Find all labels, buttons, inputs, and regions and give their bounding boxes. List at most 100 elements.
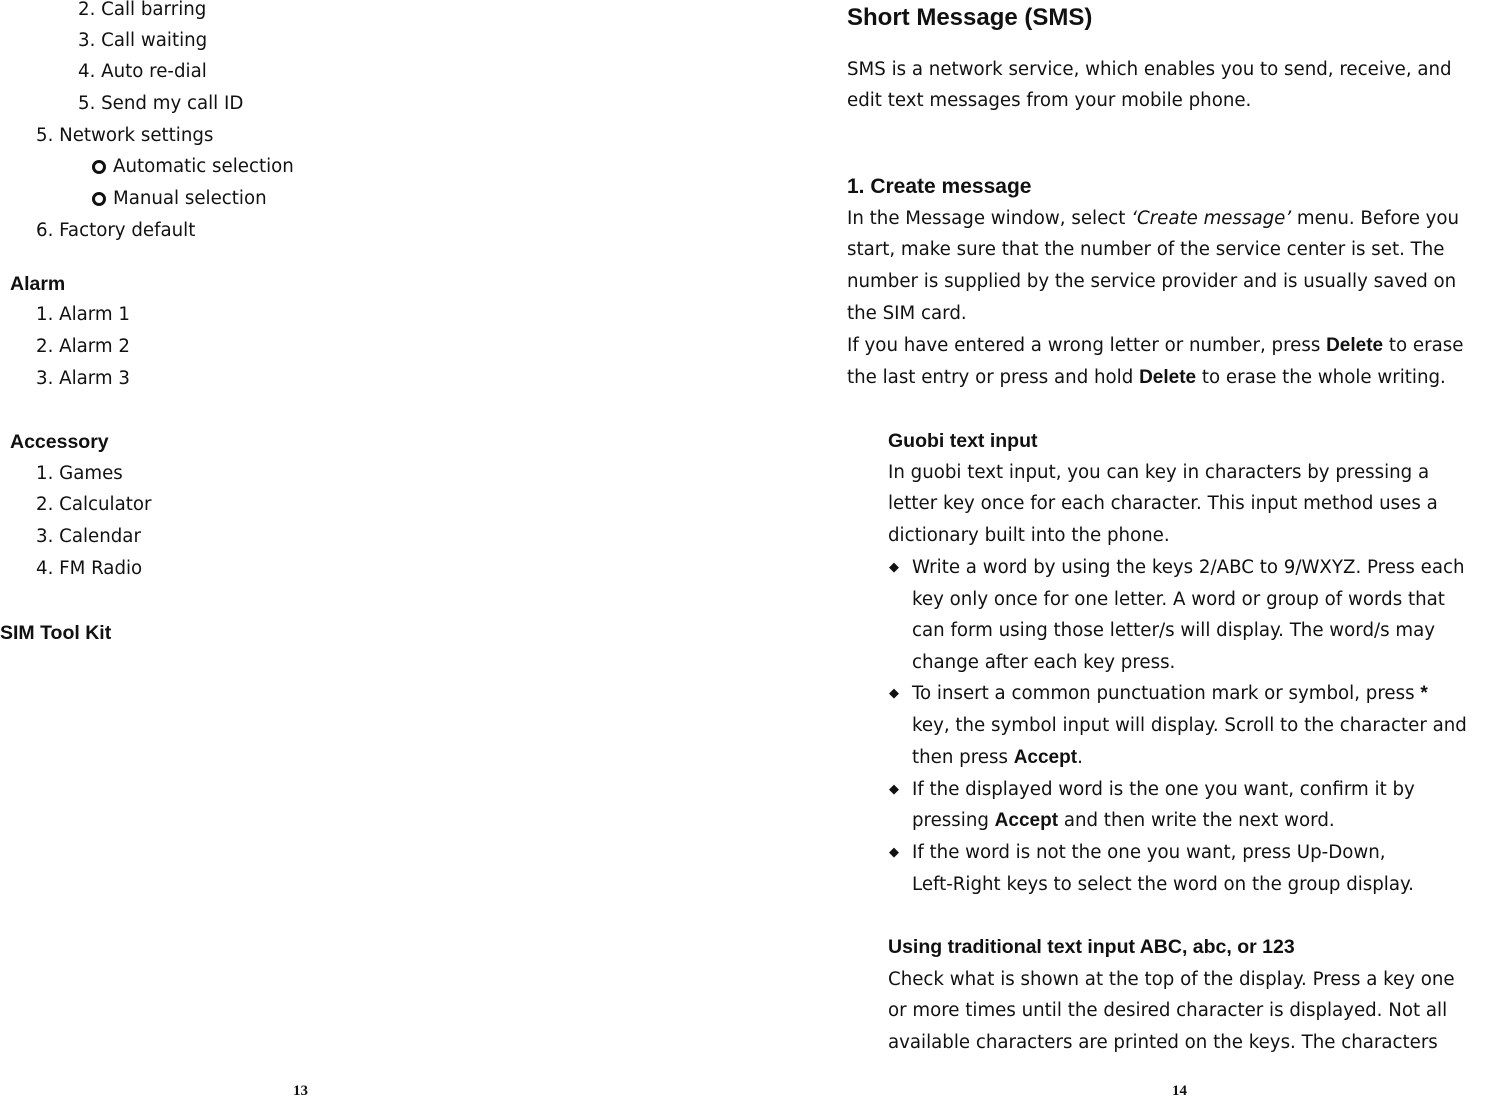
text-segment: Accessory [10,431,109,453]
section-heading: Guobi text input [888,425,1037,457]
text-segment: Check what is shown at the top of the di… [888,969,1455,990]
text-segment: 2. Call barring [78,0,207,20]
text-segment: to erase [1383,335,1464,356]
text-line: If the displayed word is the one you wan… [912,774,1415,806]
text-line: available characters are printed on the … [888,1027,1438,1059]
text-segment: change after each key press. [912,652,1176,673]
text-line: 1. Games [36,458,123,490]
text-segment: the SIM card. [847,303,967,324]
text-segment: . [1077,747,1083,768]
text-line: In the Message window, select ‘Create me… [847,203,1459,235]
text-line: 2. Alarm 2 [36,331,130,363]
circle-icon [92,160,106,174]
text-line: Left-Right keys to select the word on th… [912,869,1414,901]
emphasized-text: Accept [1013,747,1078,768]
text-segment: Left-Right keys to select the word on th… [912,874,1414,895]
section-heading: Using traditional text input ABC, abc, o… [888,931,1295,963]
text-line: can form using those letter/s will displ… [912,615,1435,647]
text-segment: letter key once for each character. This… [888,493,1438,514]
text-line: 4. FM Radio [36,553,142,585]
text-segment: 3. Alarm 3 [36,368,131,389]
text-segment: Manual selection [113,188,267,209]
emphasized-text: * [1420,683,1428,704]
emphasized-text: Accept [994,810,1059,831]
diamond-bullet-icon: ◆ [889,686,899,701]
text-segment: Alarm [10,273,66,295]
text-segment: 1. Alarm 1 [36,304,131,325]
circle-icon [92,192,106,206]
text-line: 1. Alarm 1 [36,299,130,331]
text-segment: menu. Before you [1291,208,1460,229]
text-segment: then press [912,747,1014,768]
text-segment: SMS is a network service, which enables … [847,59,1452,80]
text-line: start, make sure that the number of the … [847,234,1444,266]
text-line: 3. Alarm 3 [36,363,130,395]
text-segment: Short Message (SMS) [847,4,1093,31]
page-number-left: 13 [293,1083,308,1099]
text-line: 4. Auto re-dial [78,56,207,88]
text-line: 6. Factory default [36,215,195,247]
text-line: the SIM card. [847,298,967,330]
text-line: Write a word by using the keys 2/ABC to … [912,552,1465,584]
text-segment: or more times until the desired characte… [888,1000,1448,1021]
text-segment: 6. Factory default [36,220,196,241]
text-line: SMS is a network service, which enables … [847,54,1452,86]
text-line: Check what is shown at the top of the di… [888,964,1455,996]
text-segment: 1. Create message [847,175,1032,198]
text-line: 2. Calculator [36,489,152,521]
text-segment: dictionary built into the phone. [888,525,1170,546]
text-line: Automatic selection [113,151,294,183]
section-heading: Accessory [10,426,109,458]
text-line: change after each key press. [912,647,1175,679]
section-heading: 1. Create message [847,171,1031,203]
text-segment: can form using those letter/s will displ… [912,620,1436,641]
text-segment: number is supplied by the service provid… [847,271,1457,292]
text-line: In guobi text input, you can key in char… [888,457,1429,489]
text-segment: key only once for one letter. A word or … [912,589,1445,610]
text-segment: 2. Alarm 2 [36,336,131,357]
section-heading: SIM Tool Kit [0,617,111,649]
text-segment: If the word is not the one you want, pre… [912,842,1386,863]
text-segment: and then write the next word. [1058,810,1335,831]
text-segment: the last entry or press and hold [847,367,1140,388]
text-segment: Automatic selection [113,156,294,177]
text-line: or more times until the desired characte… [888,995,1447,1027]
page-number-right: 14 [1172,1083,1187,1099]
text-segment: pressing [912,810,995,831]
text-line: 2. Call barring [78,0,206,26]
text-line: If you have entered a wrong letter or nu… [847,330,1463,362]
diamond-bullet-icon: ◆ [889,782,899,797]
text-segment: In the Message window, select [847,208,1132,229]
text-segment: 4. Auto re-dial [78,61,207,82]
emphasized-text: Delete [1139,367,1197,388]
text-segment: start, make sure that the number of the … [847,239,1445,260]
text-segment: Using traditional text input ABC, abc, o… [888,936,1295,958]
text-line: Manual selection [113,183,267,215]
text-line: 5. Network settings [36,120,213,152]
page-title: Short Message (SMS) [847,1,1092,33]
text-line: key only once for one letter. A word or … [912,584,1445,616]
diamond-bullet-icon: ◆ [889,560,899,575]
text-segment: edit text messages from your mobile phon… [847,90,1252,111]
text-segment: 4. FM Radio [36,558,143,579]
text-segment: available characters are printed on the … [888,1032,1438,1053]
emphasized-text: Delete [1326,335,1384,356]
section-heading: Alarm [10,268,65,300]
text-segment: If you have entered a wrong letter or nu… [847,335,1327,356]
text-line: edit text messages from your mobile phon… [847,85,1251,117]
text-segment: key, the symbol input will display. Scro… [912,715,1467,736]
text-line: 5. Send my call ID [78,88,243,120]
text-segment: SIM Tool Kit [0,622,112,644]
text-segment: Write a word by using the keys 2/ABC to … [912,557,1465,578]
text-segment: to erase the whole writing. [1196,367,1446,388]
text-line: letter key once for each character. This… [888,488,1438,520]
text-segment: 3. Calendar [36,526,141,547]
text-line: If the word is not the one you want, pre… [912,837,1386,869]
text-segment: 2. Calculator [36,494,152,515]
text-line: 3. Calendar [36,521,141,553]
text-line: key, the symbol input will display. Scro… [912,710,1467,742]
emphasized-text: ‘Create message’ [1131,208,1292,229]
text-line: To insert a common punctuation mark or s… [912,678,1428,710]
text-segment: To insert a common punctuation mark or s… [912,683,1421,704]
diamond-bullet-icon: ◆ [889,845,899,860]
